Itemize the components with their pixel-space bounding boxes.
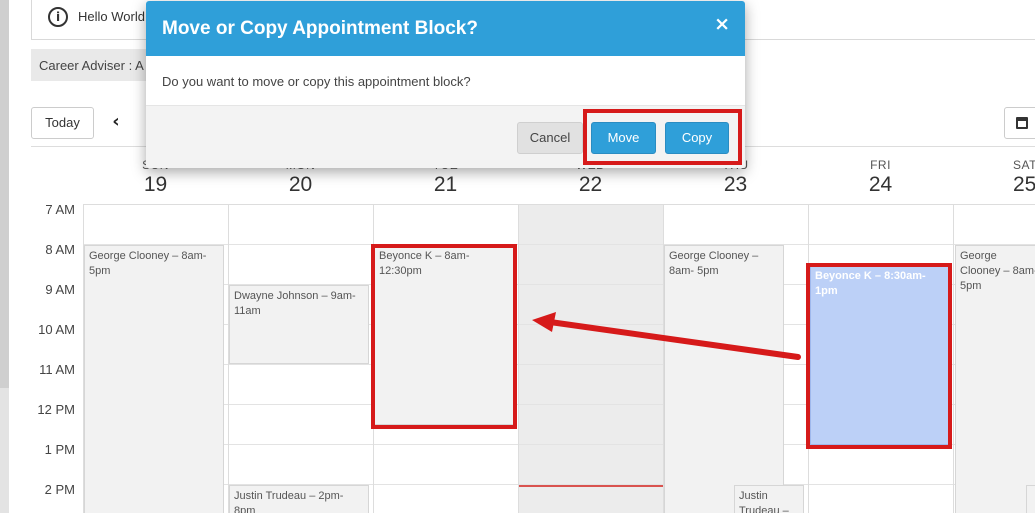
time-label: 2 PM	[44, 482, 75, 497]
day-divider	[953, 204, 954, 513]
day-number: 20	[288, 173, 313, 196]
cancel-button[interactable]: Cancel	[517, 122, 583, 154]
left-panel-edge	[0, 0, 9, 388]
dialog-title: Move or Copy Appointment Block?	[162, 18, 478, 39]
calendar-picker-button[interactable]	[1004, 107, 1035, 139]
day-number: 19	[143, 173, 168, 196]
time-label: 8 AM	[45, 242, 75, 257]
day-header-fri: FRI 24	[808, 158, 953, 197]
event-george-clooney-sun[interactable]: George Clooney – 8am-5pm	[84, 245, 224, 513]
event-george-clooney-thu[interactable]: George Clooney – 8am- 5pm	[664, 245, 784, 513]
dialog-body: Do you want to move or copy this appoint…	[146, 56, 745, 106]
dialog-header: Move or Copy Appointment Block? ×	[146, 1, 745, 56]
time-label: 9 AM	[45, 282, 75, 297]
time-label: 1 PM	[44, 442, 75, 457]
arrow-icon	[532, 312, 801, 360]
event-justin-trudeau-mon[interactable]: Justin Trudeau – 2pm-8pm	[229, 485, 369, 513]
chevron-left-icon[interactable]: ‹	[106, 111, 126, 135]
current-time-indicator	[519, 485, 663, 487]
time-label: 10 AM	[38, 322, 75, 337]
time-label: 12 PM	[37, 402, 75, 417]
event-justin-trudeau-thu[interactable]: Justin Trudeau –	[734, 485, 804, 513]
close-icon[interactable]: ×	[714, 13, 730, 35]
day-name: FRI	[870, 158, 891, 172]
day-number: 21	[433, 173, 458, 196]
adviser-filter[interactable]: Career Adviser : A	[31, 49, 161, 81]
adviser-label: Career Adviser : A	[39, 58, 144, 73]
day-number: 25	[1013, 173, 1035, 196]
day-name: SAT	[1013, 158, 1035, 172]
dialog-message: Do you want to move or copy this appoint…	[162, 74, 471, 89]
notice-text: Hello World	[78, 9, 145, 24]
hour-line	[83, 244, 1035, 245]
time-label: 7 AM	[45, 202, 75, 217]
left-panel-edge-lower	[0, 388, 9, 513]
time-label: 11 AM	[39, 362, 75, 377]
annotation-box-source	[806, 263, 952, 449]
today-button[interactable]: Today	[31, 107, 94, 139]
info-icon: i	[48, 7, 68, 27]
day-header-sat: SAT 25	[953, 158, 1035, 197]
annotation-box-buttons	[583, 109, 742, 165]
annotation-box-target	[371, 244, 517, 429]
calendar-icon	[1016, 117, 1028, 129]
day-number: 22	[578, 173, 603, 196]
event-dwayne-johnson-mon[interactable]: Dwayne Johnson – 9am-11am	[229, 285, 369, 364]
day-number: 24	[868, 173, 893, 196]
event-george-clooney-sat[interactable]: George Clooney – 8am- 5pm	[955, 245, 1035, 513]
event-sat-partial[interactable]	[1026, 485, 1035, 513]
day-divider	[518, 204, 519, 513]
day-number: 23	[723, 173, 748, 196]
